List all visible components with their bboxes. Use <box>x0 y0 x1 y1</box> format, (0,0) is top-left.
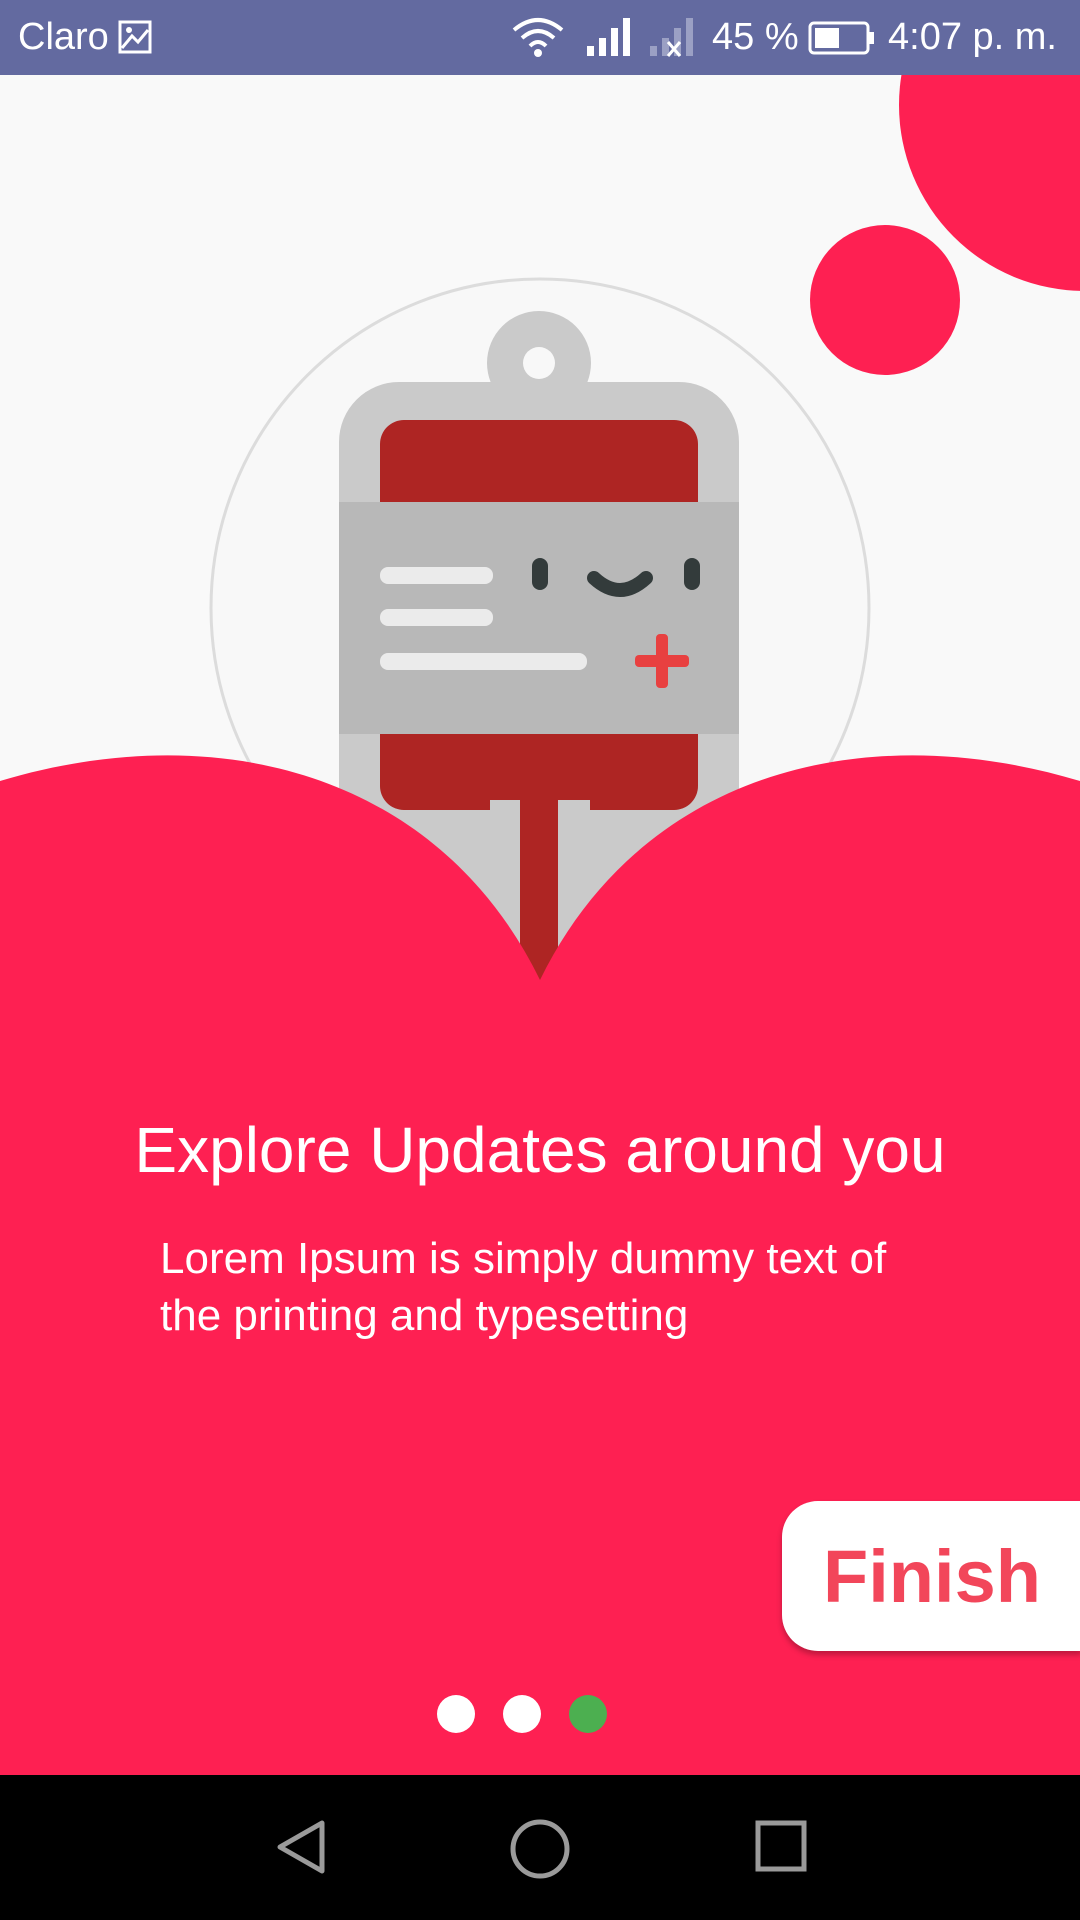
signal-icon <box>585 16 635 68</box>
page-dot-2[interactable] <box>503 1695 541 1733</box>
battery-percent: 45 % <box>712 16 799 58</box>
recents-icon[interactable] <box>752 1817 812 1882</box>
clock-time: 4:07 p. m. <box>888 16 1057 58</box>
carrier-name: Claro <box>18 16 109 58</box>
decor-circle-small <box>810 225 960 375</box>
finish-button[interactable]: Finish <box>782 1501 1080 1651</box>
onboarding-description: Lorem Ipsum is simply dummy text of the … <box>160 1234 887 1340</box>
status-bar: Claro 45 % 4:07 p. m. <box>0 0 1080 75</box>
battery-icon <box>808 20 876 66</box>
signal-x-icon <box>648 16 698 68</box>
page-indicator <box>0 1695 1080 1735</box>
onboarding-screen: Explore Updates around you Lorem Ipsum i… <box>0 75 1080 1775</box>
page-dot-1[interactable] <box>437 1695 475 1733</box>
navigation-bar <box>0 1775 1080 1920</box>
onboarding-title: Explore Updates around you <box>134 1114 946 1186</box>
home-icon[interactable] <box>508 1817 572 1886</box>
back-icon[interactable] <box>272 1817 332 1882</box>
gallery-icon <box>118 20 152 64</box>
page-dot-3[interactable] <box>569 1695 607 1733</box>
wifi-icon <box>510 16 566 68</box>
